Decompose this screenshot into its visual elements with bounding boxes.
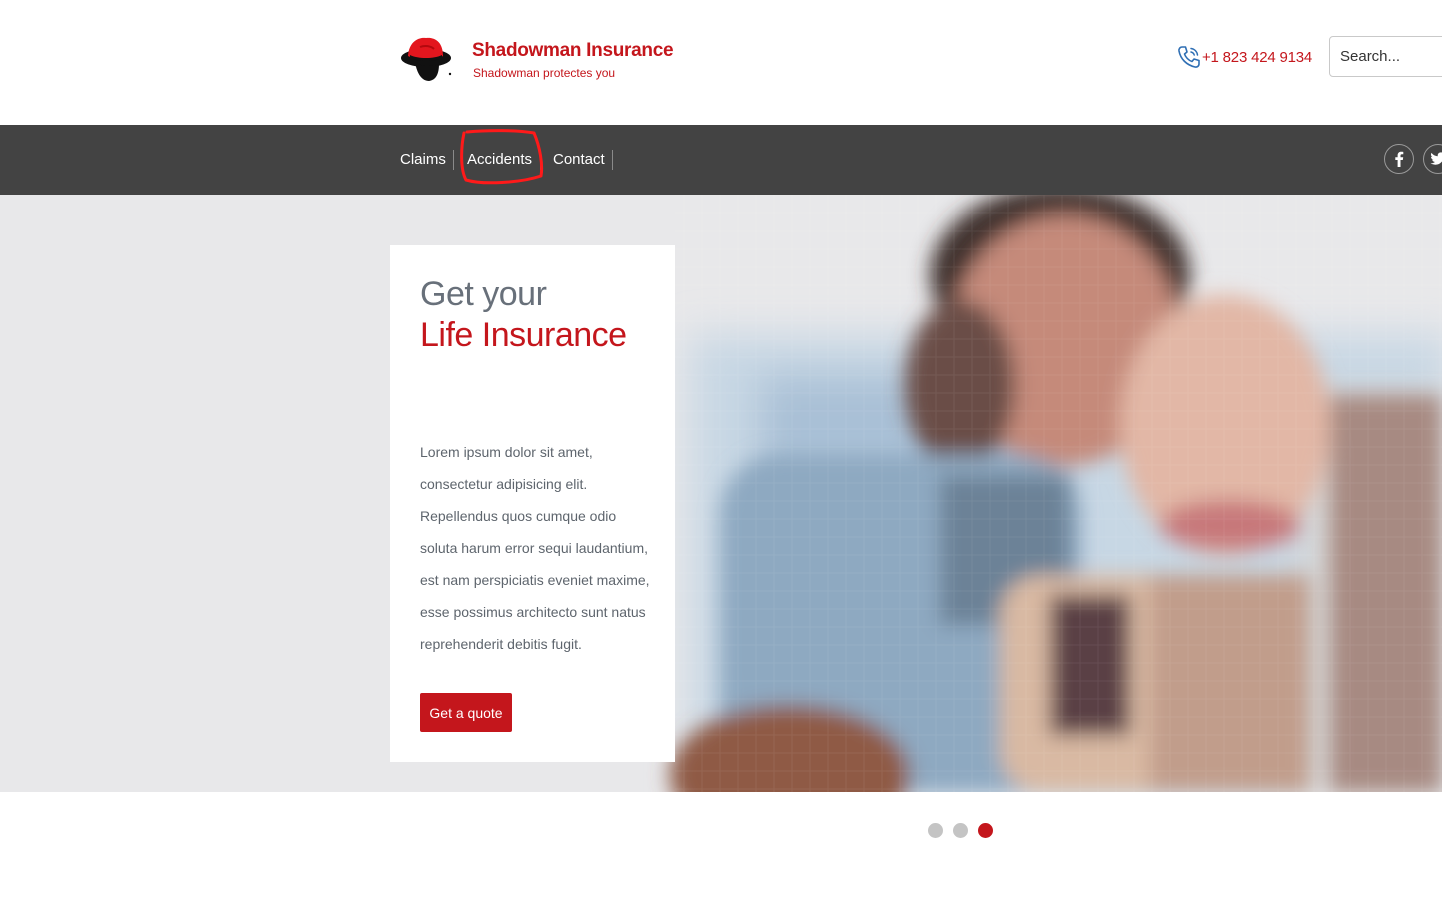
hero-couple-image [0, 195, 1442, 792]
hero-slider: Get your Life Insurance Lorem ipsum dolo… [0, 195, 1442, 792]
hero-heading: Get your [420, 275, 547, 313]
shadowman-logo-icon[interactable] [398, 34, 454, 84]
nav-item-contact[interactable]: Contact [553, 125, 605, 195]
nav-divider [612, 150, 613, 170]
phone-number: +1 823 424 9134 [1202, 48, 1313, 66]
carousel-dot[interactable] [928, 823, 943, 838]
nav-divider [540, 150, 541, 170]
search-input[interactable] [1329, 36, 1442, 77]
carousel-dot-active[interactable] [978, 823, 993, 838]
phone-icon [1178, 46, 1200, 68]
facebook-icon [1395, 151, 1404, 167]
twitter-icon [1430, 152, 1442, 165]
carousel-dot[interactable] [953, 823, 968, 838]
nav-item-claims[interactable]: Claims [400, 125, 446, 195]
facebook-button[interactable] [1384, 144, 1414, 174]
hero-heading-accent: Life Insurance [420, 316, 627, 354]
brand-tagline: Shadowman protectes you [473, 66, 616, 80]
brand-name[interactable]: Shadowman Insurance [472, 40, 674, 62]
hero-card: Get your Life Insurance Lorem ipsum dolo… [390, 245, 675, 762]
main-nav: Claims Accidents Contact [0, 125, 1442, 195]
get-quote-button[interactable]: Get a quote [420, 693, 512, 732]
hero-description: Lorem ipsum dolor sit amet, consectetur … [420, 444, 650, 652]
nav-item-accidents[interactable]: Accidents [467, 125, 532, 195]
phone-contact[interactable]: +1 823 424 9134 [1176, 44, 1312, 70]
site-header: Shadowman Insurance Shadowman protectes … [0, 0, 1442, 125]
nav-divider [453, 150, 454, 170]
